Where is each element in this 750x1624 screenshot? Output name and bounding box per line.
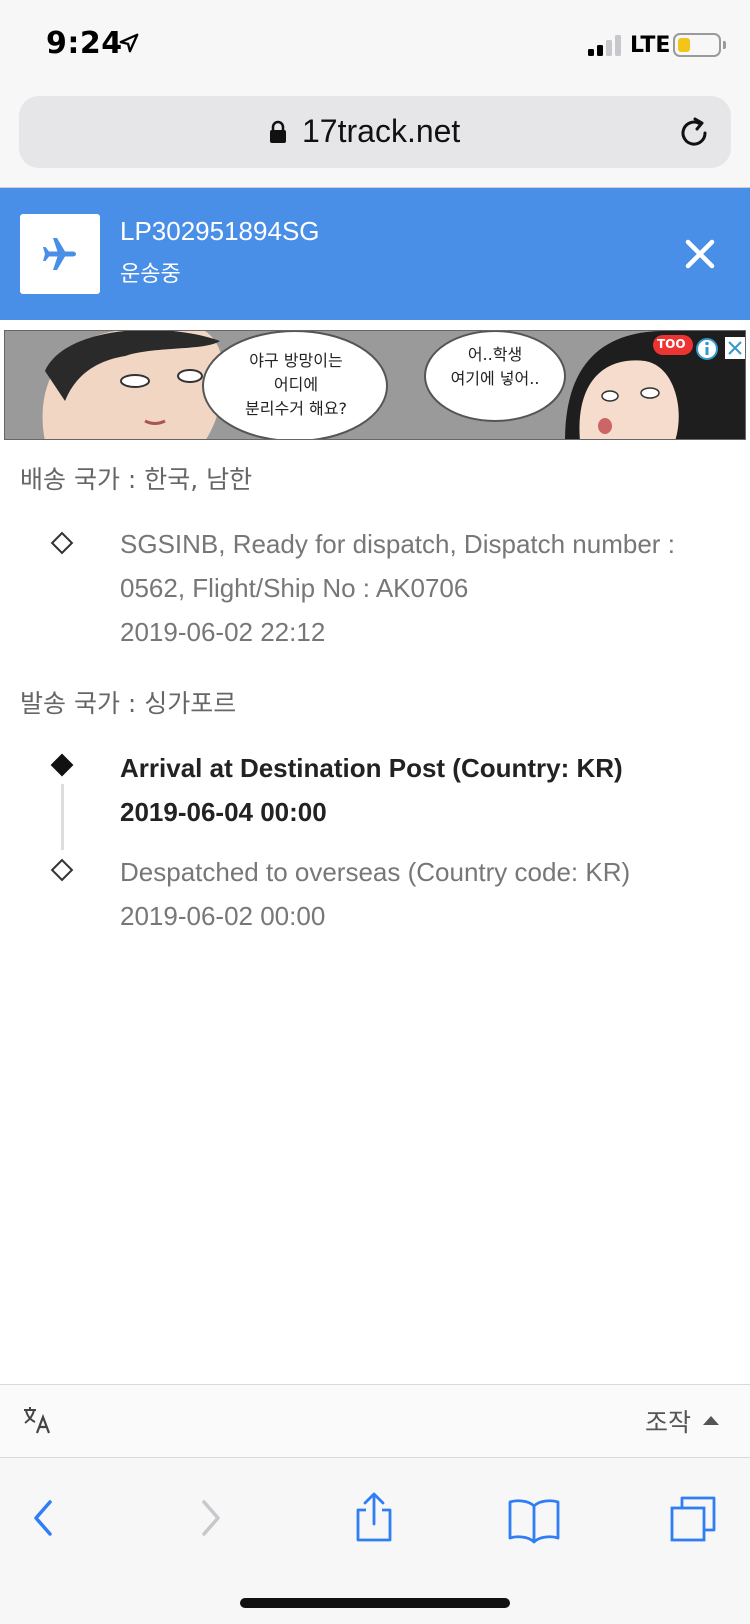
ad-close-icon[interactable] (725, 337, 745, 359)
tabs-icon[interactable] (664, 1488, 724, 1548)
timeline-marker-active-icon (50, 753, 74, 777)
share-icon[interactable] (344, 1488, 404, 1548)
ad-bubble-2: 어..학생 여기에 넣어.. (450, 345, 540, 388)
tracking-header: LP302951894SG 운송중 (0, 188, 750, 320)
browser-chrome: 17track.net (0, 90, 750, 188)
airplane-icon (43, 238, 76, 270)
tracking-number: LP302951894SG (120, 216, 320, 246)
close-icon[interactable] (680, 234, 720, 274)
ad-info-icon[interactable] (695, 337, 719, 361)
timeline-marker-icon (50, 858, 74, 882)
timeline-line (61, 784, 64, 850)
address-text[interactable]: 17track.net (302, 113, 460, 150)
battery-icon (673, 33, 726, 57)
event-description: SGSINB, Ready for dispatch, Dispatch num… (120, 529, 675, 603)
event-time: 2019-06-04 00:00 (120, 797, 327, 827)
translate-icon[interactable] (22, 1405, 52, 1435)
location-arrow-icon (119, 33, 139, 53)
status-bar: 9:24 LTE (0, 0, 750, 90)
destination-country-label: 배송 국가 : 한국, 남한 (20, 465, 253, 494)
event-description: Despatched to overseas (Country code: KR… (120, 857, 631, 887)
caret-up-icon[interactable] (703, 1416, 719, 1425)
forward-icon[interactable] (180, 1488, 240, 1548)
lock-icon (270, 120, 286, 143)
event-time: 2019-06-02 00:00 (120, 901, 326, 931)
tracking-event: Despatched to overseas (Country code: KR… (120, 850, 710, 938)
reload-icon[interactable] (677, 116, 711, 150)
tracking-event: SGSINB, Ready for dispatch, Dispatch num… (120, 522, 710, 654)
carrier-icon-box (20, 214, 100, 294)
shipment-status: 운송중 (120, 262, 181, 287)
event-description: Arrival at Destination Post (Country: KR… (120, 753, 623, 783)
ad-bubble-1: 야구 방망이는 어디에 분리수거 해요? (245, 351, 347, 418)
signal-icon (588, 34, 624, 56)
browser-toolbar (0, 1458, 750, 1624)
back-icon[interactable] (14, 1488, 74, 1548)
ad-badge-label: TOO (657, 337, 686, 351)
ad-banner[interactable]: 야구 방망이는 어디에 분리수거 해요? 어..학생 여기에 넣어.. TOO (4, 330, 746, 440)
network-type: LTE (630, 33, 671, 58)
timeline-marker-icon (50, 531, 74, 555)
address-bar[interactable]: 17track.net (19, 96, 731, 168)
event-time: 2019-06-02 22:12 (120, 617, 326, 647)
controls-button[interactable]: 조작 (645, 1403, 691, 1439)
tracking-event: Arrival at Destination Post (Country: KR… (120, 746, 710, 834)
home-indicator[interactable] (240, 1598, 510, 1608)
status-time: 9:24 (46, 26, 123, 61)
bookmarks-icon[interactable] (504, 1488, 564, 1548)
ad-illustration (5, 331, 745, 439)
translate-bar: 조작 (0, 1384, 750, 1458)
origin-country-label: 발송 국가 : 싱가포르 (20, 689, 237, 718)
